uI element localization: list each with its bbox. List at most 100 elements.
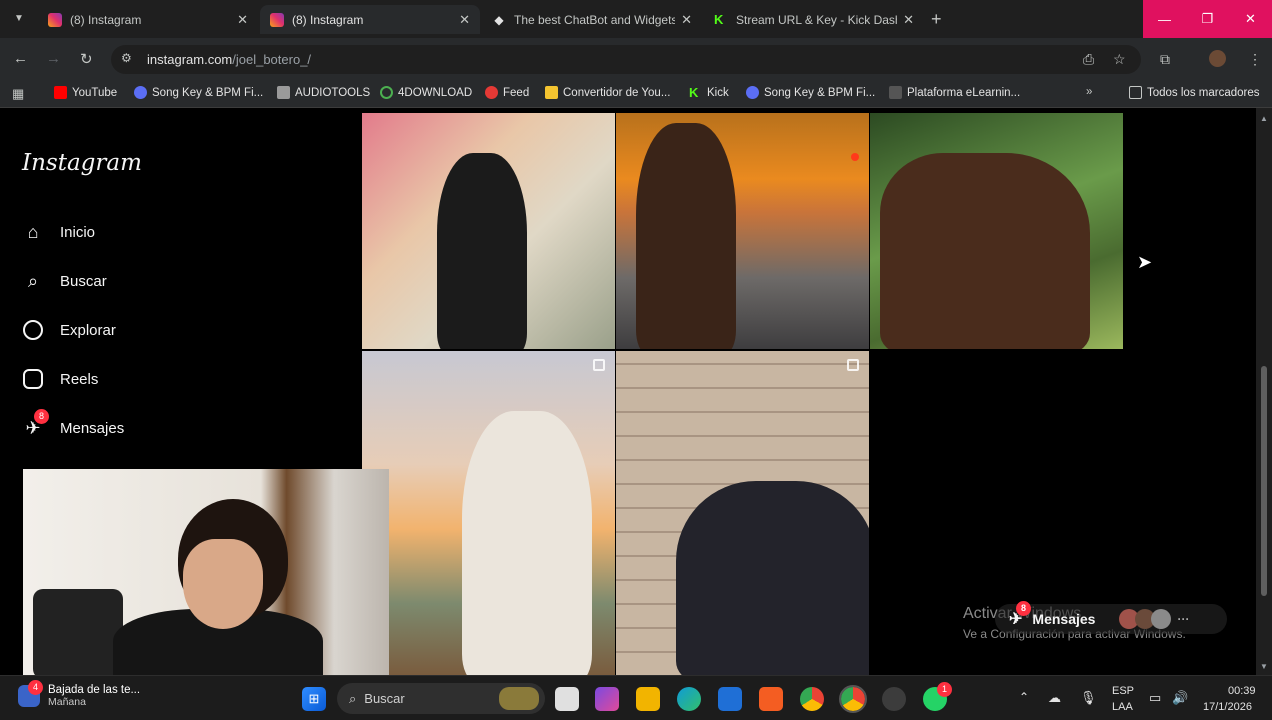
back-icon[interactable]: ← <box>13 50 28 67</box>
taskbar-search[interactable]: ⌕ Buscar <box>337 683 545 714</box>
chrome-active-icon[interactable] <box>839 685 867 713</box>
restore-icon[interactable]: ❐ <box>1186 0 1229 38</box>
close-window-icon[interactable]: ✕ <box>1229 0 1272 38</box>
bookmarks-bar: ▦ YouTube Song Key & BPM Fi... AUDIOTOOL… <box>0 80 1272 108</box>
network-icon[interactable]: ▭ <box>1149 690 1161 706</box>
task-view-icon[interactable] <box>555 687 579 711</box>
tab-instagram-1[interactable]: (8) Instagram ✕ <box>38 5 258 34</box>
obs-icon[interactable] <box>882 687 906 711</box>
messenger-icon: ✈ 8 <box>1009 601 1031 629</box>
new-tab-icon[interactable]: + <box>931 9 942 30</box>
close-tab-icon[interactable]: ✕ <box>903 12 914 28</box>
photo-subject <box>676 481 869 675</box>
instagram-icon <box>270 12 284 27</box>
bookmark-star-icon[interactable]: ☆ <box>1113 51 1126 68</box>
nav-inicio[interactable]: ⌂ Inicio <box>22 221 95 243</box>
converter-icon <box>545 86 558 99</box>
bookmark-audiotools[interactable]: AUDIOTOOLS <box>277 86 370 99</box>
nav-mensajes[interactable]: ✈ 8 Mensajes <box>22 409 124 439</box>
bookmark-elearning[interactable]: Plataforma eLearnin... <box>889 86 1020 99</box>
brave-icon[interactable] <box>759 687 783 711</box>
whatsapp-icon[interactable]: 1 <box>923 682 952 711</box>
close-tab-icon[interactable]: ✕ <box>459 12 470 28</box>
forward-icon[interactable]: → <box>46 50 61 67</box>
clock-time[interactable]: 00:39 <box>1228 685 1256 697</box>
start-button[interactable]: ⊞ <box>302 687 326 711</box>
edge-icon[interactable] <box>677 687 701 711</box>
post-thumbnail[interactable] <box>362 113 615 349</box>
whatsapp-badge: 1 <box>937 682 952 697</box>
nav-explorar[interactable]: Explorar <box>22 319 116 341</box>
reload-icon[interactable]: ↻ <box>80 50 93 68</box>
apps-grid-icon[interactable]: ▦ <box>12 86 24 102</box>
weather-title: Bajada de las te... <box>48 684 141 696</box>
diamond-icon: ◆ <box>494 12 504 27</box>
install-app-icon[interactable]: ⎙ <box>1083 51 1094 68</box>
weather-badge: 4 <box>28 680 43 695</box>
messages-pill[interactable]: ✈ 8 Mensajes ··· <box>995 601 1227 634</box>
weather-widget[interactable]: 4 Bajada de las te... Mañana <box>18 680 141 708</box>
nav-label: Buscar <box>60 272 107 290</box>
scroll-up-icon[interactable]: ▲ <box>1260 114 1268 123</box>
nav-label: Reels <box>60 370 99 388</box>
close-tab-icon[interactable]: ✕ <box>237 12 248 28</box>
instagram-logo[interactable]: Instagram <box>22 150 142 176</box>
tab-chatbot[interactable]: ◆ The best ChatBot and Widgets f ✕ <box>482 5 702 34</box>
photo-subject <box>636 123 736 349</box>
url-text[interactable]: instagram.com/joel_botero_/ <box>147 52 311 67</box>
mouse-cursor-icon: ➤ <box>1137 252 1153 272</box>
file-explorer-icon[interactable] <box>636 687 660 711</box>
bookmark-convertidor[interactable]: Convertidor de You... <box>545 86 670 99</box>
chrome-icon[interactable] <box>800 687 824 711</box>
tab-kick[interactable]: K Stream URL & Key - Kick Dashb ✕ <box>704 5 924 34</box>
m365-icon[interactable] <box>595 687 619 711</box>
person-face <box>183 539 263 629</box>
webcam-overlay <box>23 469 389 675</box>
volume-icon[interactable]: 🔊 <box>1172 690 1188 706</box>
store-icon[interactable] <box>718 687 742 711</box>
weather-subtitle: Mañana <box>48 696 86 708</box>
post-thumbnail[interactable] <box>616 351 869 675</box>
more-bookmarks-icon[interactable]: » <box>1086 86 1092 98</box>
menu-icon[interactable]: ⋮ <box>1248 51 1262 68</box>
bookmark-kick[interactable]: K Kick <box>689 86 729 99</box>
microphone-icon[interactable]: 🎙 <box>1080 690 1097 706</box>
address-bar[interactable]: ⚙ instagram.com/joel_botero_/ <box>111 45 1141 74</box>
onedrive-icon[interactable]: ☁ <box>1048 690 1061 706</box>
window-controls: — ❐ ✕ <box>1143 0 1272 38</box>
clock-date[interactable]: 17/1/2026 <box>1203 701 1252 713</box>
all-bookmarks[interactable]: Todos los marcadores <box>1129 86 1260 99</box>
bookmark-4download[interactable]: 4DOWNLOAD <box>380 86 472 99</box>
bookmark-song-key[interactable]: Song Key & BPM Fi... <box>134 86 263 99</box>
minimize-icon[interactable]: — <box>1143 0 1186 38</box>
site-settings-icon[interactable]: ⚙ <box>121 51 132 65</box>
nav-reels[interactable]: Reels <box>22 368 98 390</box>
close-tab-icon[interactable]: ✕ <box>681 12 692 28</box>
elearning-icon <box>889 86 902 99</box>
post-thumbnail[interactable] <box>870 113 1123 349</box>
feed-icon <box>485 86 498 99</box>
kick-icon: K <box>714 11 724 27</box>
tab-instagram-2[interactable]: (8) Instagram ✕ <box>260 5 480 34</box>
bookmark-youtube[interactable]: YouTube <box>54 86 117 99</box>
page-scrollbar[interactable]: ▲ ▼ <box>1256 108 1272 675</box>
bookmark-feed[interactable]: Feed <box>485 86 529 99</box>
language-indicator[interactable]: ESP <box>1112 685 1134 697</box>
scrollbar-thumb[interactable] <box>1261 366 1267 596</box>
extensions-icon[interactable]: ⧉ <box>1160 51 1170 68</box>
tab-search-chevron-icon[interactable]: ▼ <box>10 10 28 28</box>
scroll-down-icon[interactable]: ▼ <box>1260 662 1268 671</box>
bookmark-song-key-2[interactable]: Song Key & BPM Fi... <box>746 86 875 99</box>
search-icon: ⌕ <box>27 270 39 291</box>
windows-taskbar: 4 Bajada de las te... Mañana ⊞ ⌕ Buscar … <box>0 675 1272 720</box>
chair <box>33 589 123 675</box>
profile-avatar[interactable] <box>1209 50 1226 67</box>
tray-chevron-icon[interactable]: ⌃ <box>1019 690 1029 704</box>
tab-title: (8) Instagram <box>292 12 364 27</box>
tab-title: Stream URL & Key - Kick Dashb <box>736 12 898 27</box>
messenger-icon: ✈ 8 <box>22 409 49 439</box>
nav-buscar[interactable]: ⌕ Buscar <box>22 270 107 292</box>
post-thumbnail[interactable] <box>616 113 869 349</box>
language-layout: LAA <box>1112 701 1133 713</box>
post-thumbnail[interactable] <box>362 351 615 675</box>
